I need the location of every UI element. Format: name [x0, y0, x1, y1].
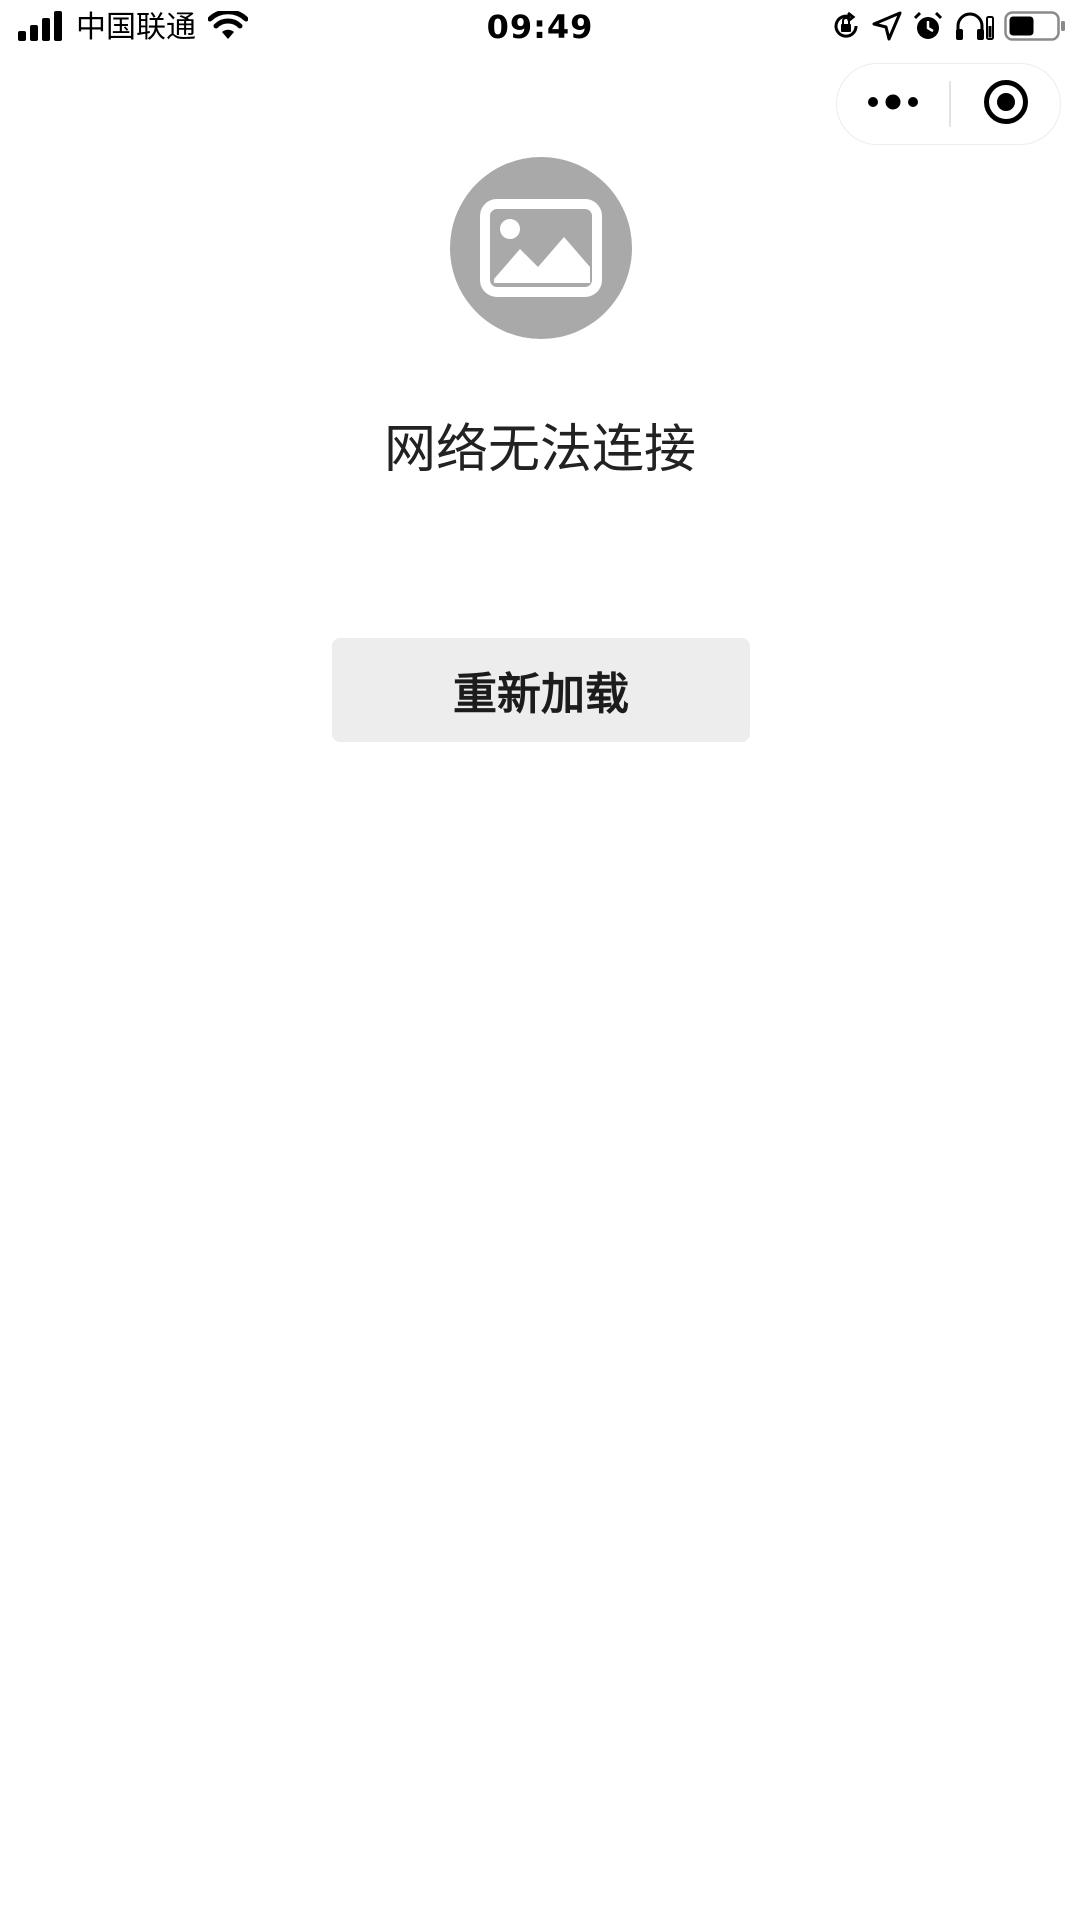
location-icon [872, 11, 902, 45]
status-bar: 中国联通 09:49 [0, 0, 1080, 56]
close-target-icon [982, 78, 1030, 130]
image-placeholder-icon [450, 157, 632, 339]
more-button[interactable] [837, 64, 949, 144]
more-dots-icon [867, 92, 919, 116]
close-button[interactable] [951, 64, 1061, 144]
menu-capsule [836, 63, 1061, 145]
error-message: 网络无法连接 [383, 420, 696, 480]
headphones-icon [954, 11, 994, 45]
status-bar-right [830, 8, 1066, 48]
orientation-lock-icon [830, 10, 862, 46]
reload-button[interactable]: 重新加载 [332, 638, 750, 742]
battery-icon [1004, 11, 1066, 45]
alarm-icon [912, 10, 944, 46]
